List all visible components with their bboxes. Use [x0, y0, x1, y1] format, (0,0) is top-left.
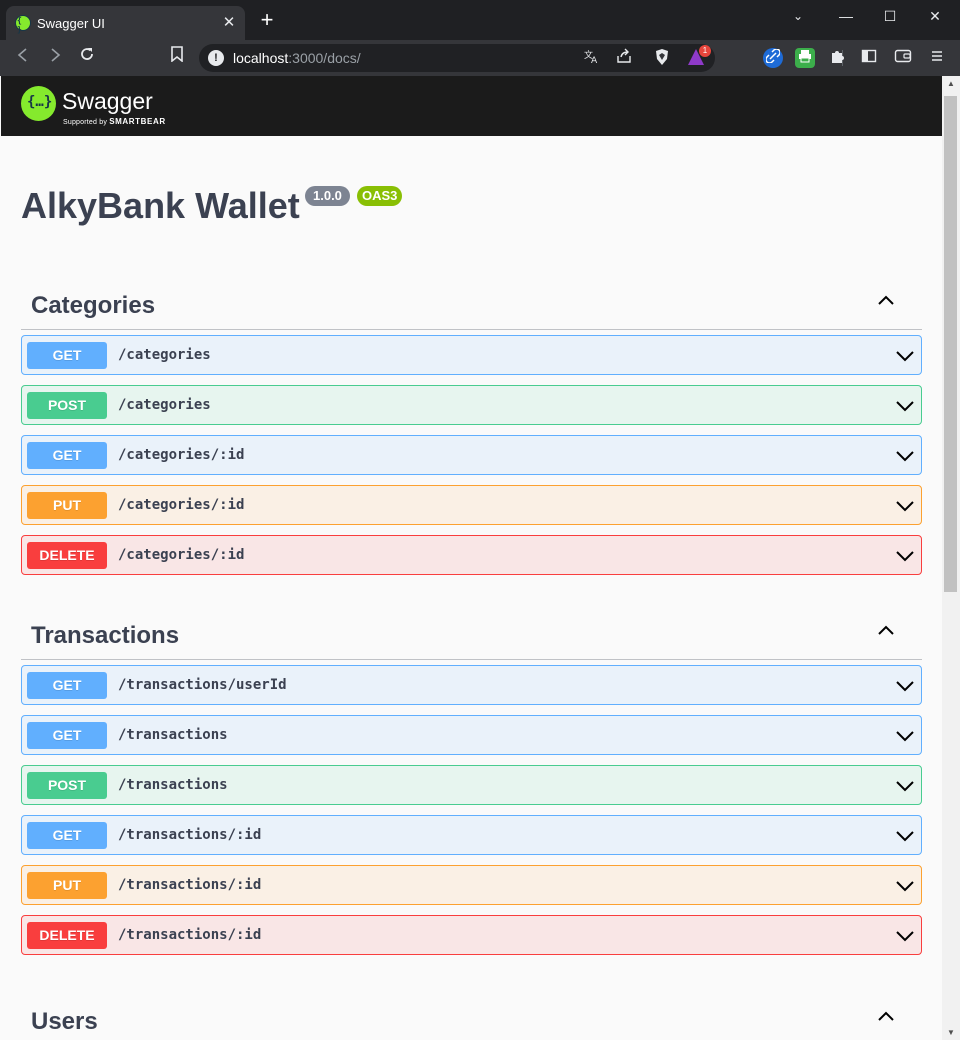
method-badge: GET: [27, 672, 107, 699]
method-badge: GET: [27, 722, 107, 749]
page-scrollbar[interactable]: ▲ ▼: [942, 76, 960, 1040]
swagger-favicon-icon: [15, 15, 31, 34]
chevron-down-icon[interactable]: [895, 546, 915, 566]
chevron-down-icon[interactable]: [895, 876, 915, 896]
tag-name[interactable]: Transactions: [31, 622, 179, 650]
chevron-down-icon[interactable]: [895, 396, 915, 416]
url-text[interactable]: localhost:3000/docs/: [233, 50, 361, 66]
translate-icon[interactable]: 文A: [582, 48, 602, 68]
api-title: AlkyBank Wallet: [21, 185, 300, 226]
site-info-icon[interactable]: !: [208, 50, 224, 66]
tag-section-categories: Categories GET/categories POST/categories G…: [21, 278, 922, 585]
print-extension-icon[interactable]: [795, 48, 815, 68]
method-badge: POST: [27, 392, 107, 419]
chevron-down-icon[interactable]: [895, 496, 915, 516]
version-badge: 1.0.0: [305, 186, 350, 206]
scrollbar-thumb[interactable]: [944, 96, 957, 592]
swagger-topbar: {…} Swagger Supported by SMARTBEAR: [1, 76, 942, 136]
operation-put[interactable]: PUT/transactions/:id: [21, 865, 922, 905]
operation-path: /transactions: [118, 727, 228, 743]
method-badge: DELETE: [27, 922, 107, 949]
operation-get[interactable]: GET/transactions: [21, 715, 922, 755]
method-badge: GET: [27, 822, 107, 849]
chevron-down-icon[interactable]: [895, 926, 915, 946]
operation-delete[interactable]: DELETE/transactions/:id: [21, 915, 922, 955]
tag-name[interactable]: Categories: [31, 292, 155, 320]
method-badge: GET: [27, 342, 107, 369]
swagger-logo-icon[interactable]: {…}: [21, 86, 56, 121]
scroll-down-arrow-icon[interactable]: ▼: [942, 1025, 960, 1040]
chevron-down-icon[interactable]: [895, 676, 915, 696]
operation-path: /transactions/:id: [118, 827, 262, 843]
browser-toolbar: ! localhost:3000/docs/ 文A 1: [0, 40, 960, 76]
menu-icon[interactable]: [927, 48, 947, 68]
operation-path: /categories/:id: [118, 497, 245, 513]
minimize-icon[interactable]: —: [833, 6, 859, 26]
chevron-down-icon[interactable]: [895, 726, 915, 746]
operation-get[interactable]: GET/transactions/userId: [21, 665, 922, 705]
link-extension-icon[interactable]: [763, 48, 783, 68]
scroll-up-arrow-icon[interactable]: ▲: [942, 76, 960, 91]
swagger-logo-text[interactable]: Swagger: [62, 88, 153, 115]
operation-path: /transactions/userId: [118, 677, 287, 693]
operation-path: /transactions/:id: [118, 927, 262, 943]
wallet-icon[interactable]: [893, 48, 913, 68]
chevron-down-icon[interactable]: [895, 776, 915, 796]
method-badge: PUT: [27, 872, 107, 899]
tab-title: Swagger UI: [37, 16, 105, 31]
operation-path: /transactions: [118, 777, 228, 793]
new-tab-button[interactable]: +: [257, 9, 277, 31]
method-badge: POST: [27, 772, 107, 799]
tab-close-icon[interactable]: ✕: [219, 13, 239, 33]
close-window-icon[interactable]: ✕: [922, 6, 948, 26]
share-icon[interactable]: [614, 48, 634, 68]
oas-badge: OAS3: [357, 186, 403, 206]
tag-header[interactable]: Categories: [21, 278, 922, 330]
operation-path: /transactions/:id: [118, 877, 262, 893]
extensions-icon[interactable]: [827, 48, 847, 68]
chevron-down-icon[interactable]: [895, 446, 915, 466]
chevron-up-icon[interactable]: [876, 290, 896, 310]
address-bar[interactable]: ! localhost:3000/docs/ 文A 1: [199, 44, 843, 72]
operation-get[interactable]: GET/categories/:id: [21, 435, 922, 475]
bookmark-icon[interactable]: [165, 46, 189, 70]
operation-path: /categories: [118, 397, 211, 413]
swagger-logo-subtitle: Supported by SMARTBEAR: [63, 117, 166, 126]
sidebar-icon[interactable]: [859, 48, 879, 68]
rewards-badge: 1: [699, 45, 711, 57]
method-badge: GET: [27, 442, 107, 469]
operation-post[interactable]: POST/categories: [21, 385, 922, 425]
browser-tab-bar: Swagger UI ✕ + ⌄ — ☐ ✕: [0, 0, 960, 40]
operation-path: /categories/:id: [118, 547, 245, 563]
forward-icon[interactable]: [43, 46, 67, 70]
operation-path: /categories/:id: [118, 447, 245, 463]
brave-shields-icon[interactable]: [652, 48, 672, 68]
svg-text:A: A: [591, 56, 598, 64]
chevron-up-icon[interactable]: [876, 1006, 896, 1026]
chevron-down-icon[interactable]: [895, 826, 915, 846]
chevron-down-icon[interactable]: [895, 346, 915, 366]
reload-icon[interactable]: [75, 46, 99, 70]
tag-header[interactable]: Users: [21, 994, 922, 1040]
tag-section-transactions: Transactions GET/transactions/userId GET/t…: [21, 608, 922, 965]
operation-post[interactable]: POST/transactions: [21, 765, 922, 805]
maximize-icon[interactable]: ☐: [877, 6, 903, 26]
tag-name[interactable]: Users: [31, 1008, 98, 1036]
swagger-content: AlkyBank Wallet 1.0.0 OAS3 Categories GET…: [1, 136, 942, 1040]
browser-tab[interactable]: Swagger UI ✕: [6, 6, 245, 40]
chevron-up-icon[interactable]: [876, 620, 896, 640]
operation-get[interactable]: GET/transactions/:id: [21, 815, 922, 855]
tag-section-users: Users: [21, 994, 922, 1040]
tab-search-icon[interactable]: ⌄: [785, 6, 811, 26]
method-badge: DELETE: [27, 542, 107, 569]
operation-get[interactable]: GET/categories: [21, 335, 922, 375]
tag-header[interactable]: Transactions: [21, 608, 922, 660]
operation-delete[interactable]: DELETE/categories/:id: [21, 535, 922, 575]
back-icon[interactable]: [11, 46, 35, 70]
operation-path: /categories: [118, 347, 211, 363]
method-badge: PUT: [27, 492, 107, 519]
operation-put[interactable]: PUT/categories/:id: [21, 485, 922, 525]
